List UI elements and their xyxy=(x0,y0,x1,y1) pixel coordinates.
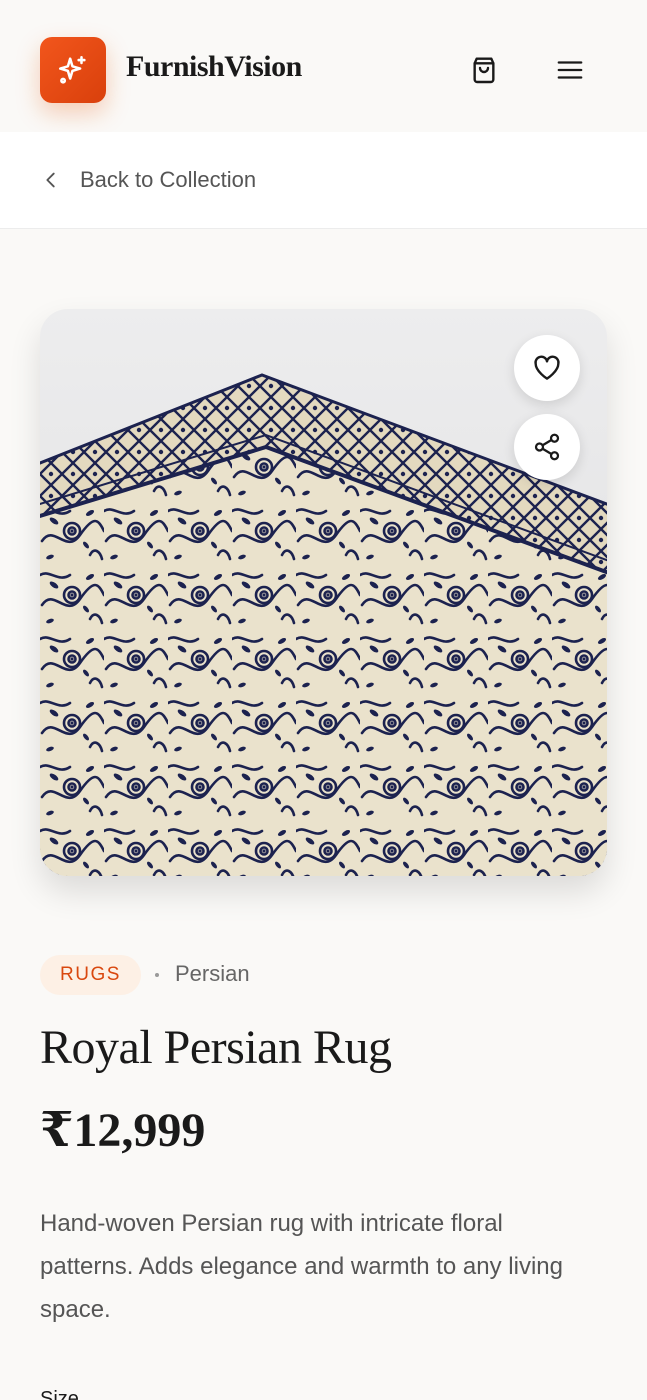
app-header: FurnishVision xyxy=(0,0,647,132)
shopping-bag-icon xyxy=(473,57,495,84)
sparkles-icon xyxy=(58,55,86,84)
category-badge[interactable]: RUGS xyxy=(40,955,141,995)
logo[interactable] xyxy=(40,37,106,103)
share-button[interactable] xyxy=(514,414,580,480)
product-price: ₹12,999 xyxy=(40,1104,206,1157)
rug-illustration xyxy=(40,309,607,876)
back-bar: Back to Collection xyxy=(0,132,647,229)
menu-button[interactable] xyxy=(550,50,590,90)
brand-name[interactable]: FurnishVision xyxy=(126,50,302,84)
favorite-button[interactable] xyxy=(514,335,580,401)
product-description: Hand-woven Persian rug with intricate fl… xyxy=(40,1210,563,1323)
product-image[interactable] xyxy=(40,309,607,876)
back-link-label: Back to Collection xyxy=(80,167,257,192)
size-label: Size xyxy=(40,1388,79,1400)
heart-icon xyxy=(534,355,560,380)
hamburger-menu-icon xyxy=(557,61,583,79)
back-to-collection-link[interactable]: Back to Collection xyxy=(40,162,256,198)
share-icon xyxy=(534,433,560,461)
cart-button[interactable] xyxy=(464,50,504,90)
product-title: Royal Persian Rug xyxy=(40,1021,392,1074)
meta-separator xyxy=(155,973,159,977)
chevron-left-icon xyxy=(46,172,55,188)
subcategory-label: Persian xyxy=(175,961,250,986)
